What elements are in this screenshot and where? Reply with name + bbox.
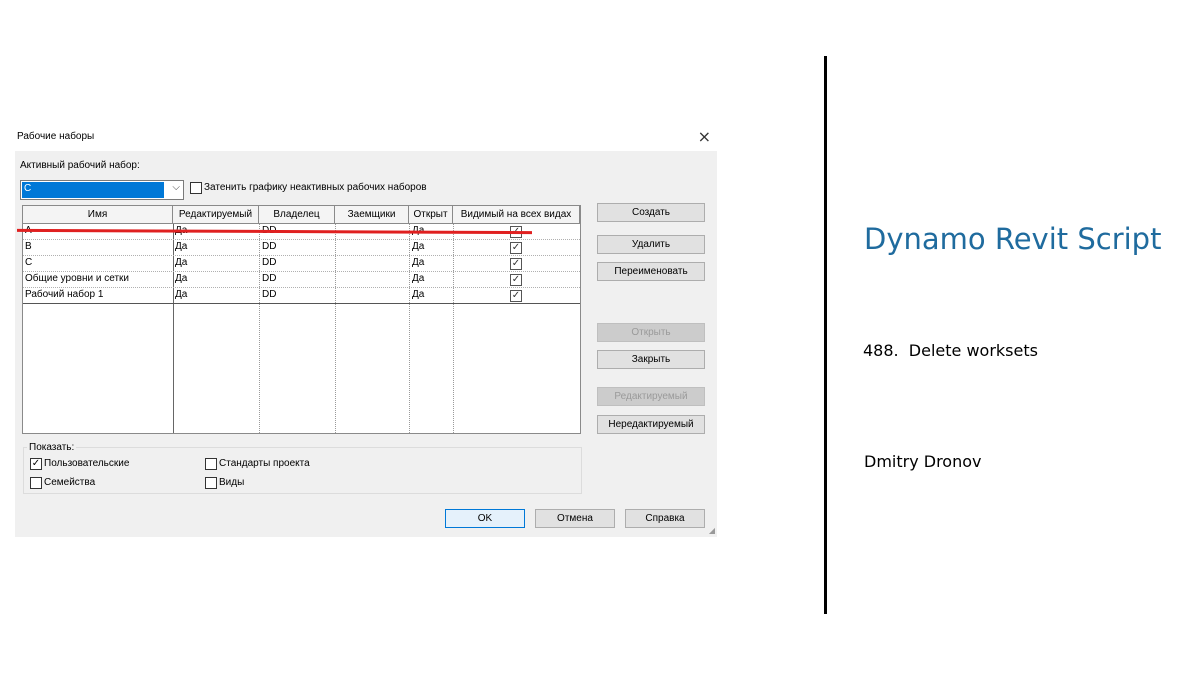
cell-open[interactable]: Да <box>412 289 424 300</box>
column-header-open[interactable]: Открыт <box>409 206 453 224</box>
gray-out-label: Затенить графику неактивных рабочих набо… <box>204 182 427 193</box>
cell-name: Общие уровни и сетки <box>25 273 130 284</box>
user-worksets-label: Пользовательские <box>44 458 130 469</box>
checkmark-icon[interactable]: ✓ <box>510 242 522 254</box>
editable-button[interactable]: Редактируемый <box>597 387 705 406</box>
column-header-name[interactable]: Имя <box>23 206 173 224</box>
checkmark-icon[interactable]: ✓ <box>510 290 522 302</box>
families-checkbox[interactable] <box>30 477 42 489</box>
cell-owner: DD <box>262 241 277 252</box>
show-group <box>23 447 582 494</box>
table-row[interactable]: Рабочий набор 1 Да DD Да ✓ <box>23 288 580 304</box>
create-button[interactable]: Создать <box>597 203 705 222</box>
cancel-button[interactable]: Отмена <box>535 509 615 528</box>
project-standards-checkbox[interactable] <box>205 458 217 470</box>
help-button[interactable]: Справка <box>625 509 705 528</box>
chevron-down-icon[interactable]: ⌵ <box>172 182 180 193</box>
rename-button[interactable]: Переименовать <box>597 262 705 281</box>
cell-editable[interactable]: Да <box>175 241 187 252</box>
table-row[interactable]: C Да DD Да ✓ <box>23 256 580 272</box>
delete-button[interactable]: Удалить <box>597 235 705 254</box>
slide-subtitle: 488. Delete worksets <box>863 341 1038 360</box>
active-workset-combo[interactable]: C ⌵ <box>20 180 184 200</box>
ok-button[interactable]: OK <box>445 509 525 528</box>
cell-owner: DD <box>262 257 277 268</box>
cell-editable[interactable]: Да <box>175 289 187 300</box>
resize-grip-icon[interactable]: ◢ <box>709 526 715 535</box>
cell-editable[interactable]: Да <box>175 257 187 268</box>
families-label: Семейства <box>44 477 96 488</box>
close-workset-button[interactable]: Закрыть <box>597 350 705 369</box>
column-header-visible[interactable]: Видимый на всех видах <box>453 206 580 224</box>
cell-open[interactable]: Да <box>412 241 424 252</box>
gray-out-checkbox[interactable] <box>190 182 202 194</box>
checkmark-icon[interactable]: ✓ <box>510 258 522 270</box>
cell-name: C <box>25 257 33 268</box>
cell-editable[interactable]: Да <box>175 273 187 284</box>
vertical-divider <box>824 56 827 614</box>
non-editable-button[interactable]: Нередактируемый <box>597 415 705 434</box>
cell-owner: DD <box>262 273 277 284</box>
title-bar: Рабочие наборы × <box>15 125 717 151</box>
active-workset-label: Активный рабочий набор: <box>20 160 140 171</box>
checkmark-icon[interactable]: ✓ <box>510 274 522 286</box>
cell-open[interactable]: Да <box>412 257 424 268</box>
column-header-borrowers[interactable]: Заемщики <box>335 206 409 224</box>
close-icon[interactable]: × <box>698 127 711 146</box>
cell-owner: DD <box>262 289 277 300</box>
worksets-dialog: Рабочие наборы × Активный рабочий набор:… <box>15 125 717 537</box>
cell-open[interactable]: Да <box>412 273 424 284</box>
column-header-editable[interactable]: Редактируемый <box>173 206 259 224</box>
worksets-table: Имя Редактируемый Владелец Заемщики Откр… <box>22 205 581 434</box>
cell-name: Рабочий набор 1 <box>25 289 104 300</box>
cell-name: B <box>25 241 32 252</box>
user-worksets-checkbox[interactable]: ✓ <box>30 458 42 470</box>
table-row[interactable]: Общие уровни и сетки Да DD Да ✓ <box>23 272 580 288</box>
slide-title: Dynamo Revit Script <box>864 222 1162 256</box>
views-checkbox[interactable] <box>205 477 217 489</box>
dialog-title: Рабочие наборы <box>17 131 95 142</box>
active-workset-value: C <box>22 182 164 198</box>
views-label: Виды <box>219 477 245 488</box>
show-label: Показать: <box>27 442 77 453</box>
column-header-owner[interactable]: Владелец <box>259 206 335 224</box>
table-row[interactable]: B Да DD Да ✓ <box>23 240 580 256</box>
project-standards-label: Стандарты проекта <box>219 458 310 469</box>
open-button[interactable]: Открыть <box>597 323 705 342</box>
slide-author: Dmitry Dronov <box>864 452 982 471</box>
